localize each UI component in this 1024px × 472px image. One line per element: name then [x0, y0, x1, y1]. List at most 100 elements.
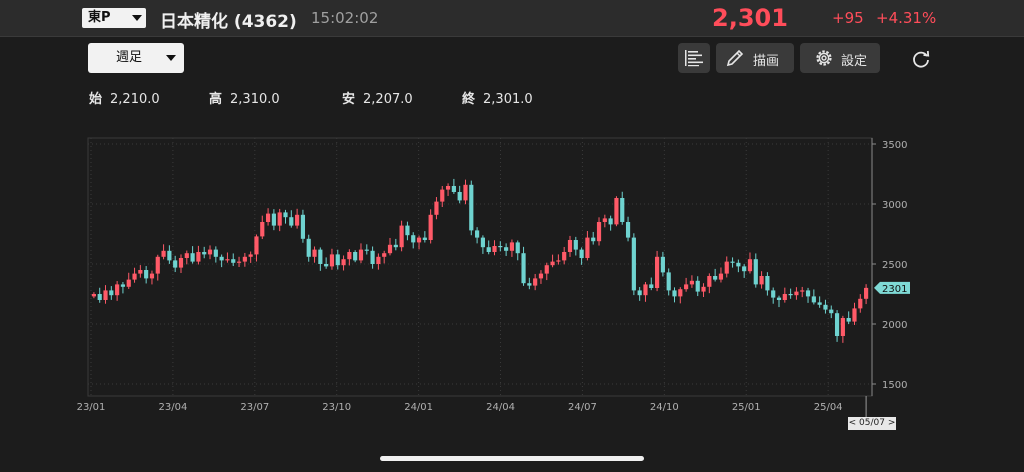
candle-body [620, 198, 625, 222]
candle [115, 281, 120, 301]
candle-body [666, 272, 671, 291]
candle-body [306, 238, 311, 257]
ohlc-close-value: 2,301.0 [483, 92, 533, 107]
candle-body [695, 280, 700, 292]
candle [579, 247, 584, 265]
candle-body [567, 240, 573, 252]
market-select[interactable]: 東P [82, 8, 146, 28]
candle-body [782, 294, 787, 300]
candle-body [254, 236, 259, 255]
ohlc-low-value: 2,207.0 [363, 92, 413, 107]
y-tick-label: 3500 [882, 140, 907, 151]
candle [341, 255, 346, 271]
candle [387, 237, 393, 256]
draw-button[interactable]: 描画 [716, 43, 794, 73]
candle-body [713, 276, 718, 280]
candle [132, 267, 137, 283]
stock-name: 日本精化 (4362) [160, 12, 297, 32]
candle [771, 287, 776, 304]
candle [747, 252, 753, 274]
candle [672, 287, 677, 303]
cursor-date-label[interactable]: < 05/07 > [848, 417, 896, 430]
candle-body [428, 214, 433, 240]
x-tick-label: 23/10 [322, 402, 351, 413]
candle [376, 253, 381, 270]
candle-body [341, 259, 346, 266]
market-label: 東P [88, 10, 111, 25]
candle [120, 282, 126, 294]
candle [660, 251, 665, 277]
candle-body [498, 246, 503, 248]
candle [707, 273, 712, 294]
ohlc-open-value: 2,210.0 [110, 92, 160, 107]
candlestick-chart[interactable]: 1500 2000 2500 3000 3500 23/01 23/04 23/07 23/10… [0, 130, 1024, 420]
candle [817, 296, 822, 308]
candle-body [834, 313, 840, 336]
candle-body [312, 249, 317, 257]
refresh-icon[interactable] [910, 48, 932, 70]
candle [149, 270, 155, 285]
candle [864, 284, 869, 305]
candle-body [573, 240, 578, 250]
candle-body [376, 256, 381, 264]
candle [637, 287, 642, 301]
candle-body [289, 217, 294, 226]
candle-body [533, 278, 538, 286]
candle-body [190, 253, 195, 262]
candle [695, 276, 700, 297]
candle-body [765, 276, 770, 291]
candle-body [358, 249, 364, 261]
candle-body [829, 309, 834, 314]
period-select[interactable]: 週足 [88, 43, 184, 73]
candle [225, 252, 230, 263]
ohlc-low: 安 2,207.0 [342, 88, 413, 107]
candle-body [724, 261, 729, 274]
settings-button[interactable]: 設定 [800, 43, 880, 73]
candle [364, 244, 369, 255]
indicator-button[interactable] [678, 43, 710, 73]
last-price-label: 2301 [882, 284, 907, 295]
candle-body [701, 286, 706, 292]
candle [718, 267, 724, 283]
candle-body [469, 184, 474, 231]
candle [138, 265, 143, 278]
home-indicator[interactable] [380, 456, 644, 461]
candle [295, 208, 300, 229]
candle-body [811, 296, 816, 303]
candle-body [405, 225, 410, 236]
candle [805, 287, 811, 303]
candle-body [167, 250, 172, 261]
candle-body [149, 273, 155, 279]
candle [161, 244, 166, 260]
candle [306, 234, 311, 262]
candle-body [370, 250, 375, 264]
candle [852, 302, 857, 325]
candle [109, 286, 114, 300]
candle-body [318, 249, 323, 264]
candle [509, 239, 515, 257]
candle [753, 253, 758, 288]
candle [620, 191, 625, 225]
candle-body [120, 284, 126, 287]
candle-body [155, 256, 160, 274]
candle [416, 235, 422, 250]
candle [678, 287, 683, 304]
draw-label: 描画 [753, 54, 780, 69]
chevron-down-icon [166, 55, 176, 61]
candle [405, 221, 410, 241]
candle-body [776, 297, 782, 300]
candle [649, 277, 654, 291]
candle [248, 251, 253, 263]
candle-body [353, 252, 358, 261]
candle-body [236, 261, 242, 263]
candle-body [579, 249, 584, 258]
candle [858, 294, 863, 313]
candle [103, 285, 108, 304]
candle [788, 288, 793, 299]
candle [219, 254, 224, 268]
candle-body [660, 256, 665, 273]
candle [800, 286, 805, 298]
gear-icon [816, 50, 832, 66]
x-tick-label: 24/04 [486, 402, 515, 413]
candle-body [544, 265, 549, 274]
